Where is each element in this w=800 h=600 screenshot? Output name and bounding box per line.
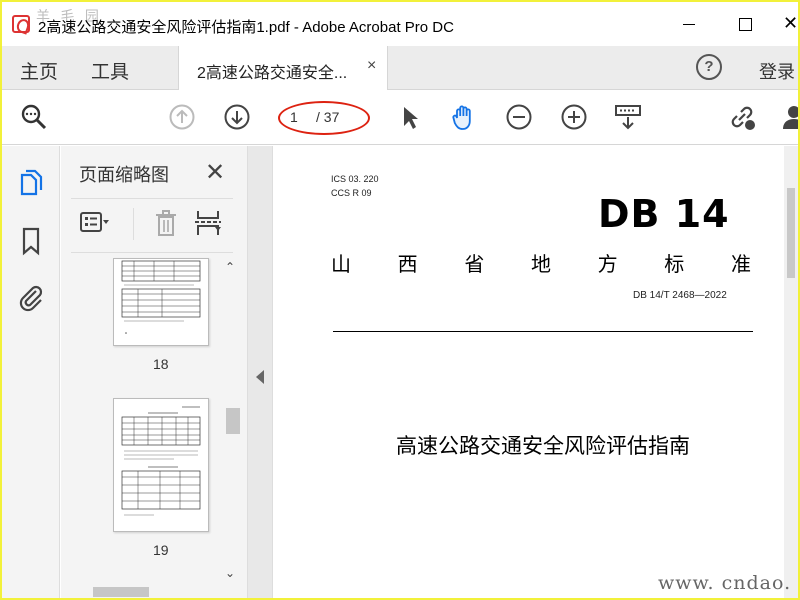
delete-page-icon[interactable] [151,208,185,238]
close-tab-button[interactable]: × [367,57,376,75]
marquee-zoom-icon[interactable] [614,103,642,131]
close-panel-button[interactable]: ✕ [205,158,225,187]
title-bar: 羊 毛 园 2高速公路交通安全风险评估指南1.pdf - Adobe Acrob… [2,2,798,46]
thumbnails-scrollbar[interactable]: ⌃ ⌄ [223,258,243,588]
divider [71,252,233,253]
sign-in-button[interactable]: 登录 [759,58,795,84]
tab-home[interactable]: 主页 [20,57,58,84]
acrobat-window: 羊 毛 园 2高速公路交通安全风险评估指南1.pdf - Adobe Acrob… [2,2,798,598]
tab-document[interactable]: 2高速公路交通安全... × [178,46,388,90]
scrollbar-thumb[interactable] [226,408,240,434]
document-view: ICS 03. 220 CCS R 09 DB 14 山 西 省 地 方 标 准… [273,146,798,598]
ics-code: ICS 03. 220 [331,174,379,184]
document-title: 高速公路交通安全风险评估指南 [396,435,690,458]
panel-collapse-bar[interactable] [247,146,273,598]
insert-page-icon[interactable] [193,208,227,238]
document-tab-label: 2高速公路交通安全... [197,65,348,82]
heading-char: 省 [464,254,485,276]
ccs-code: CCS R 09 [331,188,372,198]
heading-char: 方 [597,254,618,276]
options-menu-icon[interactable] [79,208,113,238]
zoom-out-icon[interactable] [505,103,533,131]
arrow-down-icon[interactable] [223,103,251,131]
scrollbar-thumb[interactable] [787,188,795,278]
search-zoom-icon[interactable] [20,103,48,131]
divider [133,208,134,240]
divider [71,198,233,199]
tab-bar: 主页 工具 2高速公路交通安全... × ? 登录 [2,46,798,90]
heading-char: 标 [664,254,685,276]
heading-char: 准 [730,254,751,276]
heading-char: 地 [530,254,551,276]
acrobat-logo-icon [12,15,30,33]
select-cursor-icon[interactable] [396,103,424,131]
close-window-button[interactable]: ✕ [783,12,798,34]
highlight-oval [278,101,370,135]
maximize-button[interactable] [734,12,756,34]
window-title: 2高速公路交通安全风险评估指南1.pdf - Adobe Acrobat Pro… [38,19,454,36]
toolbar: 1 / 37 [2,91,798,145]
page-thumbnail[interactable] [113,258,209,346]
site-watermark: www. cndao. com [658,572,792,598]
page-thumbnails-icon[interactable] [16,168,46,198]
share-link-icon[interactable] [728,103,756,131]
document-scrollbar[interactable] [784,146,798,598]
divider [333,331,753,332]
collapse-arrow-icon[interactable] [256,370,264,384]
navigation-rail [2,146,60,598]
help-icon[interactable]: ? [696,54,722,80]
bookmark-icon[interactable] [16,226,46,256]
page-thumbnail[interactable] [113,398,209,532]
attachment-icon[interactable] [16,282,46,312]
panel-title: 页面缩略图 [79,165,169,185]
zoom-in-icon[interactable] [560,103,588,131]
db-logo: DB 14 [598,192,730,236]
page-number-label: 18 [153,356,169,372]
thumbnails-panel: 页面缩略图 ✕ 18 19 ⌃ ⌄ [61,146,247,598]
scroll-down-arrow-icon[interactable]: ⌄ [225,566,235,580]
scroll-up-arrow-icon[interactable]: ⌃ [225,260,235,274]
arrow-up-icon[interactable] [168,103,196,131]
heading-char: 西 [397,254,418,276]
province-standard-heading: 山 西 省 地 方 标 准 [331,248,751,277]
hand-icon[interactable] [450,103,478,131]
tab-tools[interactable]: 工具 [91,57,129,84]
horizontal-scrollbar-thumb[interactable] [93,587,149,597]
user-icon[interactable] [780,103,798,131]
page-number-label: 19 [153,542,169,558]
heading-char: 山 [331,254,351,276]
standard-code: DB 14/T 2468—2022 [633,290,727,301]
minimize-button[interactable] [679,12,701,34]
